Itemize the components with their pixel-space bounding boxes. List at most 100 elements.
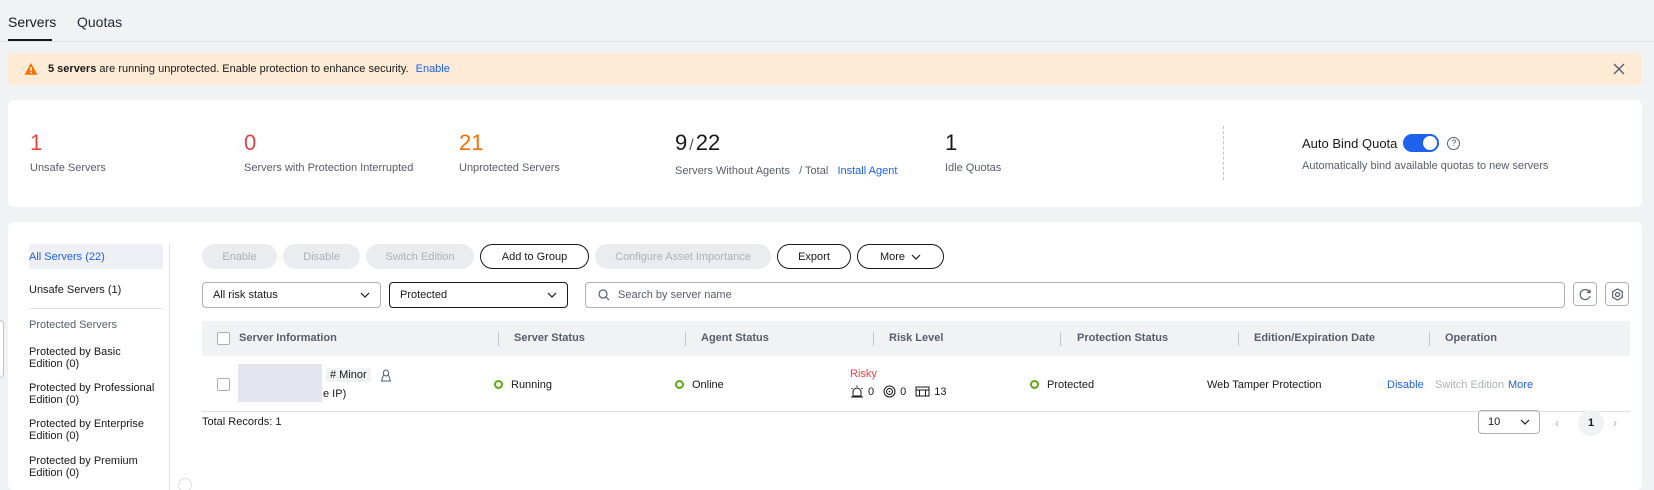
action-toolbar: Enable Disable Switch Edition Add to Gro… (202, 244, 950, 269)
alarm-icon (851, 385, 863, 398)
install-agent-link[interactable]: Install Agent (837, 165, 897, 177)
risk-level[interactable]: Risky (850, 368, 877, 380)
agents-label: Servers Without Agents / Total Install A… (675, 165, 897, 177)
tab-quotas[interactable]: Quotas (77, 14, 122, 30)
agents-label-total: / Total (799, 165, 829, 177)
risk-status-select[interactable]: All risk status (202, 282, 381, 308)
select-all-checkbox[interactable] (217, 332, 230, 345)
sidebar-item-label: Protected by Premium (29, 455, 138, 467)
next-page-button[interactable]: › (1613, 416, 1617, 430)
sidebar-divider (29, 308, 163, 309)
chevron-down-icon (360, 292, 370, 298)
row-checkbox[interactable] (217, 378, 230, 391)
agents-slash: / (689, 137, 694, 154)
stat-unsafe[interactable]: 1 Unsafe Servers (30, 130, 106, 174)
edition: Web Tamper Protection (1207, 379, 1322, 391)
column-header[interactable]: Agent Status (701, 332, 769, 344)
tab-servers[interactable]: Servers (8, 14, 56, 30)
server-search-input[interactable]: Search by server name (585, 282, 1565, 308)
total-records: Total Records: 1 (202, 416, 282, 428)
help-icon[interactable]: ? (1447, 136, 1461, 150)
sidebar-item-unsafe-servers[interactable]: Unsafe Servers (1) (29, 284, 163, 296)
agent-status: Online (675, 379, 724, 391)
search-icon (598, 289, 610, 301)
export-button[interactable]: Export (777, 244, 851, 269)
refresh-button[interactable] (1573, 282, 1597, 306)
sidebar-item-all-servers[interactable]: All Servers (22) (29, 244, 163, 269)
auto-bind-desc: Automatically bind available quotas to n… (1302, 160, 1549, 172)
agents-total: 22 (695, 130, 721, 155)
status-dot (675, 380, 684, 389)
switch-edition-link[interactable]: Switch Edition (1435, 379, 1504, 391)
agents-without: 9 (675, 130, 688, 155)
warning-icon (24, 63, 38, 75)
sidebar-item-premium[interactable]: Protected by Premium Edition (0) (29, 455, 163, 479)
top-tabs: Servers Quotas (0, 0, 1654, 44)
sidebar-item-label: Edition (0) (29, 467, 80, 479)
stats-panel: 1 Unsafe Servers 0 Servers with Protecti… (8, 100, 1642, 207)
search-placeholder: Search by server name (618, 289, 732, 301)
column-divider (873, 332, 874, 346)
more-button[interactable]: More (857, 244, 944, 269)
switch-edition-button[interactable]: Switch Edition (366, 244, 474, 269)
page-size-select[interactable]: 10 (1478, 410, 1540, 434)
alert-count: 5 servers (48, 63, 97, 75)
sidebar-item-professional[interactable]: Protected by Professional Edition (0) (29, 382, 163, 406)
sidebar-item-basic[interactable]: Protected by Basic Edition (0) (29, 346, 163, 370)
close-icon[interactable] (1612, 62, 1626, 76)
status-dot (494, 380, 503, 389)
auto-bind-quota: Auto Bind Quota? Automatically bind avai… (1302, 134, 1548, 172)
column-divider (1060, 332, 1061, 346)
disable-link[interactable]: Disable (1387, 379, 1424, 391)
unsafe-label: Unsafe Servers (30, 162, 106, 174)
agents-count: 9/22 (675, 130, 897, 159)
server-ip: e IP) (323, 388, 347, 400)
chevron-down-icon (547, 292, 557, 298)
more-link[interactable]: More (1508, 379, 1533, 391)
enable-button[interactable]: Enable (202, 244, 277, 269)
column-divider (498, 332, 499, 346)
page-number-current[interactable]: 1 (1578, 410, 1604, 436)
importance-tag: # Minor (326, 368, 371, 382)
column-header[interactable]: Operation (1445, 332, 1497, 344)
sidebar-item-label: Protected by Enterprise (29, 418, 144, 430)
server-list-panel: All Servers (22) Unsafe Servers (1) Prot… (8, 222, 1642, 490)
status-dot (1030, 380, 1039, 389)
sidebar-item-label: Edition (0) (29, 358, 80, 370)
configure-asset-importance-button[interactable]: Configure Asset Importance (595, 244, 771, 269)
unsafe-count: 1 (30, 130, 43, 155)
column-header[interactable]: Protection Status (1077, 332, 1168, 344)
enable-link[interactable]: Enable (416, 63, 450, 75)
tabs-divider (0, 41, 1654, 42)
more-label: More (879, 250, 906, 263)
auto-bind-toggle[interactable] (1403, 134, 1440, 152)
left-drawer-handle[interactable] (0, 320, 4, 378)
column-header[interactable]: Server Status (514, 332, 585, 344)
sidebar-item-label: Protected by Professional (29, 382, 155, 394)
sidebar-collapse-toggle[interactable] (178, 478, 192, 490)
server-table: Server Information Server Status Agent S… (202, 321, 1630, 412)
sidebar-group-title: Protected Servers (29, 319, 118, 331)
prev-page-button[interactable]: ‹ (1555, 416, 1559, 430)
protection-status-text: Protected (1047, 379, 1095, 391)
stat-unprotected[interactable]: 21 Unprotected Servers (459, 130, 560, 174)
protection-status-value: Protected (400, 289, 448, 301)
alert-text: are running unprotected. Enable protecti… (96, 63, 409, 75)
column-header[interactable]: Risk Level (889, 332, 943, 344)
protection-status: Protected (1030, 379, 1094, 391)
add-to-group-button[interactable]: Add to Group (480, 244, 589, 269)
column-header[interactable]: Server Information (239, 332, 337, 344)
baseline-icon (915, 386, 930, 397)
disable-button[interactable]: Disable (283, 244, 360, 269)
target-icon (883, 385, 896, 398)
settings-button[interactable] (1605, 282, 1629, 306)
sidebar-divider-vertical (169, 244, 170, 490)
stat-interrupted[interactable]: 0 Servers with Protection Interrupted (244, 130, 413, 174)
stat-idle[interactable]: 1 Idle Quotas (945, 130, 1001, 174)
sidebar-item-enterprise[interactable]: Protected by Enterprise Edition (0) (29, 418, 163, 442)
chevron-down-icon (911, 254, 921, 260)
filter-bar: All risk status Protected (202, 282, 576, 308)
protection-status-select[interactable]: Protected (389, 282, 568, 308)
column-divider (1429, 332, 1430, 346)
column-header[interactable]: Edition/Expiration Date (1254, 332, 1375, 344)
